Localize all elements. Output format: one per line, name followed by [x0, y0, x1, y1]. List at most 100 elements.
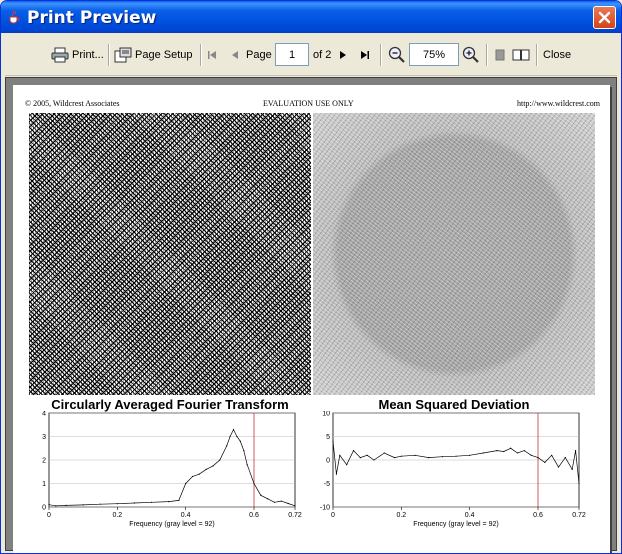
y-tick-label: 0: [42, 505, 46, 512]
y-tick-label: 10: [322, 411, 330, 418]
toolbar-separator: [108, 44, 109, 66]
data-point: [503, 450, 505, 453]
close-button[interactable]: Close: [543, 44, 571, 66]
data-point: [537, 457, 539, 459]
first-page-button[interactable]: [207, 44, 217, 66]
data-point: [236, 435, 238, 438]
fourier-chart: 0 1 2 3 4 0 0.2 0.4 0.6 0.72 Frequency (gray level…: [42, 411, 302, 528]
data-point: [205, 468, 207, 470]
page-number-field[interactable]: 1: [275, 43, 309, 66]
data-point: [352, 450, 355, 452]
data-point: [346, 464, 348, 466]
toolbar-separator: [200, 44, 201, 66]
page-setup-label: Page Setup: [135, 49, 193, 61]
zoom-out-icon: [388, 46, 405, 63]
y-tick-label: 0: [326, 458, 330, 465]
data-point: [359, 457, 361, 459]
close-icon: [598, 11, 611, 24]
data-point: [366, 454, 368, 456]
y-tick-label: 3: [42, 434, 46, 441]
x-tick-label: 0.2: [396, 512, 406, 519]
data-point: [516, 452, 519, 454]
x-axis-label: Frequency (gray level = 92): [129, 521, 214, 528]
data-point: [133, 502, 136, 504]
data-point: [48, 504, 50, 506]
previous-page-button[interactable]: [231, 44, 239, 66]
data-point: [229, 435, 231, 438]
x-tick-label: 0.6: [249, 512, 259, 519]
data-point: [212, 465, 214, 467]
data-point: [332, 440, 334, 442]
data-point: [99, 503, 101, 505]
next-page-button[interactable]: [339, 44, 347, 66]
deviation-chart: -10 -5 0 5 10 0 0.2 0.4 0.6 0.72 Frequency (gray l…: [320, 411, 586, 528]
last-page-button[interactable]: [360, 44, 370, 66]
header-copyright: © 2005, Wildcrest Associates: [25, 99, 120, 108]
x-tick-label: 0.72: [572, 512, 586, 519]
two-page-button[interactable]: [512, 44, 530, 66]
print-preview-window: Print Preview Print... Page Setup Page 1…: [0, 0, 622, 554]
data-point: [551, 454, 553, 456]
data-point: [287, 502, 289, 505]
noise-image: [313, 113, 595, 395]
x-tick-label: 0.72: [288, 512, 302, 519]
y-tick-label: 1: [42, 481, 46, 488]
data-point: [574, 450, 577, 452]
header-url: http://www.wildcrest.com: [516, 99, 600, 108]
x-tick-label: 0: [331, 512, 335, 519]
data-point: [414, 454, 416, 456]
data-point: [191, 475, 194, 478]
data-point: [219, 459, 221, 461]
data-point: [232, 428, 235, 431]
data-point: [198, 473, 200, 475]
data-point: [239, 440, 241, 442]
preview-viewport[interactable]: © 2005, Wildcrest Associates EVALUATION …: [5, 77, 617, 553]
x-tick-label: 0.4: [181, 512, 191, 519]
data-point: [294, 505, 296, 507]
close-window-button[interactable]: [593, 6, 616, 29]
page-setup-button[interactable]: Page Setup: [114, 44, 193, 66]
data-point: [482, 452, 484, 454]
x-axis-label: Frequency (gray level = 92): [413, 521, 498, 528]
print-button[interactable]: Print...: [51, 44, 104, 66]
data-point: [393, 457, 396, 459]
x-tick-label: 0: [47, 512, 51, 519]
page-count-label: of 2: [313, 49, 332, 61]
data-point: [273, 501, 276, 503]
preview-page: © 2005, Wildcrest Associates EVALUATION …: [13, 85, 610, 553]
y-tick-label: -5: [324, 481, 330, 488]
data-point: [383, 452, 385, 454]
single-page-button[interactable]: [495, 44, 505, 66]
data-point: [55, 505, 57, 507]
toolbar-separator: [486, 44, 487, 66]
two-page-icon: [512, 49, 530, 61]
data-point: [226, 445, 228, 447]
data-point: [260, 494, 262, 496]
data-point: [564, 457, 566, 459]
data-point: [339, 454, 341, 456]
toolbar-separator: [536, 44, 537, 66]
zoom-in-button[interactable]: [462, 44, 480, 66]
single-page-icon: [495, 49, 505, 61]
preview-toolbar: Print... Page Setup Page 1 of 2 75% Clos…: [5, 34, 617, 76]
print-label: Print...: [72, 49, 104, 61]
halftone-image: [29, 113, 311, 395]
data-point: [496, 450, 498, 452]
zoom-field[interactable]: 75%: [409, 43, 459, 66]
fourier-chart-title: Circularly Averaged Fourier Transform: [51, 397, 289, 412]
data-point: [82, 504, 84, 506]
data-point: [469, 454, 471, 456]
data-point: [544, 461, 546, 463]
title-bar[interactable]: Print Preview: [1, 1, 621, 33]
data-point: [280, 500, 282, 502]
data-point: [335, 473, 338, 475]
data-point: [373, 459, 375, 461]
data-point: [167, 500, 170, 503]
data-point: [243, 450, 245, 452]
page-label: Page: [246, 49, 272, 61]
zoom-in-icon: [462, 46, 479, 63]
data-point: [178, 499, 180, 502]
zoom-out-button[interactable]: [388, 44, 406, 66]
y-tick-label: 2: [42, 458, 46, 465]
y-tick-label: 4: [42, 411, 46, 418]
